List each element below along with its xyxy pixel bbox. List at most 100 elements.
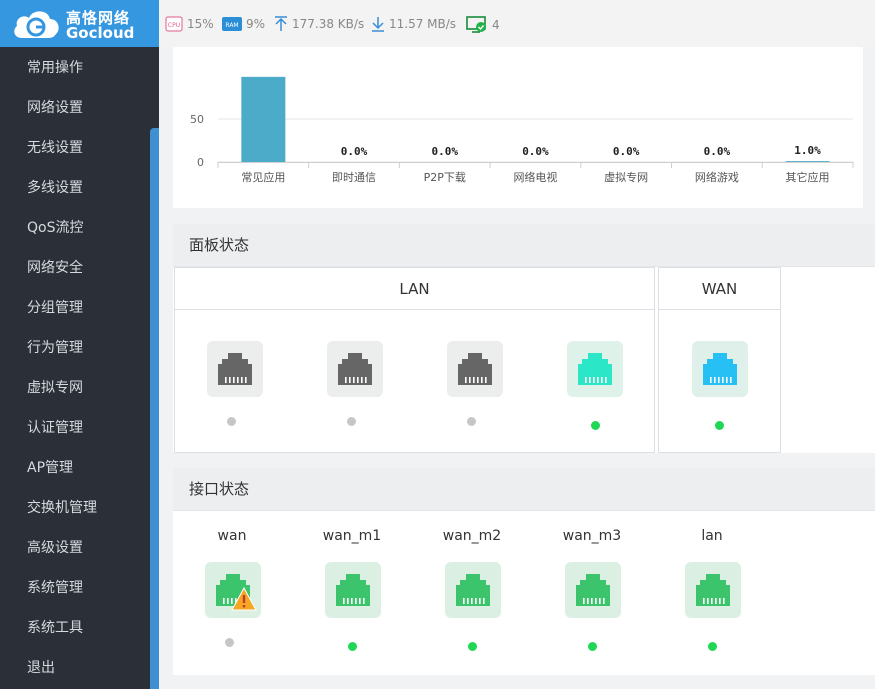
brand-name-en: Gocloud [66,24,135,42]
lan-port[interactable] [207,341,263,397]
cloud-logo-icon [14,11,59,38]
interface-port[interactable] [205,562,261,618]
x-tick-label: 网络游戏 [695,170,739,184]
lan-group-title: LAN [175,268,654,310]
ethernet-port-icon [576,574,610,606]
bar-data-label: 0.0% [522,145,549,158]
y-tick-label: 0 [197,156,204,169]
interface-port[interactable] [565,562,621,618]
sidebar-item-tools[interactable]: 系统工具 [0,608,150,648]
devices-count: 4 [492,18,500,32]
sidebar-item-behavior[interactable]: 行为管理 [0,328,150,368]
upload-arrow-icon [275,16,287,31]
bar-data-label: 0.0% [704,145,731,158]
sidebar-menu: 常用操作 网络设置 无线设置 多线设置 QoS流控 网络安全 分组管理 行为管理… [0,48,150,688]
interface-name: wan [217,528,247,544]
wan-port[interactable] [692,341,748,397]
download-stat: 11.57 MB/s [371,16,456,32]
svg-text:RAM: RAM [225,22,238,29]
panel-status-title: 面板状态 [173,224,875,267]
x-tick-label: 即时通信 [332,171,376,184]
interface-port[interactable] [445,562,501,618]
online-devices-icon [466,16,486,33]
sidebar-item-qos[interactable]: QoS流控 [0,208,150,248]
ethernet-port-icon [338,353,372,385]
warning-icon [231,587,257,611]
interface-port[interactable] [325,562,381,618]
devices-stat: 4 [466,16,500,34]
ethernet-port-icon [456,574,490,606]
sidebar-item-wireless[interactable]: 无线设置 [0,128,150,168]
sidebar-item-logout[interactable]: 退出 [0,648,150,688]
bar-data-label: 1.0% [794,144,821,157]
download-arrow-icon [372,17,384,32]
lan-port[interactable] [447,341,503,397]
sidebar-item-groups[interactable]: 分组管理 [0,288,150,328]
sidebar-item-security[interactable]: 网络安全 [0,248,150,288]
y-tick-label: 50 [190,113,204,126]
lan-port[interactable] [327,341,383,397]
panel-status-section: 面板状态 LAN WAN [173,224,875,453]
bar-data-label: 0.0% [613,145,640,158]
interface-name: lan [701,528,723,544]
interface-led [588,642,597,651]
cpu-icon: CPU [165,16,183,32]
sidebar-item-network[interactable]: 网络设置 [0,88,150,128]
ram-icon: RAM [222,17,242,31]
x-tick-label: 网络电视 [513,170,557,184]
sidebar-item-advanced[interactable]: 高级设置 [0,528,150,568]
ethernet-port-icon [578,353,612,385]
interface-led [225,638,234,647]
x-tick-label: 虚拟专网 [604,170,648,184]
brand-logo[interactable]: 高恪网络 Gocloud [0,0,159,47]
status-bar: CPU 15% RAM 9% 177.38 KB/s 11.57 MB/s 4 [159,0,875,47]
ethernet-port-icon [703,353,737,385]
cpu-stat: CPU 15% [165,16,214,32]
ethernet-port-icon [458,353,492,385]
ethernet-port-icon [218,353,252,385]
svg-text:CPU: CPU [168,22,180,29]
ram-stat: RAM 9% [222,16,265,32]
chart-bar [241,76,286,162]
ethernet-port-icon [336,574,370,606]
wan-group-title: WAN [659,268,780,310]
ram-value: 9% [246,17,266,31]
interface-led [708,642,717,651]
lan-port-group: LAN [174,267,655,453]
download-speed: 11.57 MB/s [389,17,457,31]
sidebar-scrollbar[interactable] [150,128,159,689]
interface-led [348,642,357,651]
lan-port-led [347,417,356,426]
upload-speed: 177.38 KB/s [292,17,365,31]
interface-port[interactable] [685,562,741,618]
x-tick-label: 常见应用 [241,170,285,184]
app-traffic-chart-panel: 0 50 常见应用 即时通信 0.0% P2P下载 0.0% 网络电视 0.0% 虚拟专网 0.0%… [173,47,863,208]
upload-stat: 177.38 KB/s [274,16,364,32]
wan-port-group: WAN [658,267,781,453]
interface-led [468,642,477,651]
app-traffic-chart: 0 50 常见应用 即时通信 0.0% P2P下载 0.0% 网络电视 0.0% 虚拟专网 0.0%… [190,76,854,184]
x-tick-label: 其它应用 [786,170,830,184]
sidebar-item-multiline[interactable]: 多线设置 [0,168,150,208]
lan-port-led [467,417,476,426]
sidebar-item-ap[interactable]: AP管理 [0,448,150,488]
bar-data-label: 0.0% [341,145,368,158]
wan-port-led [715,421,724,430]
interface-status-section: 接口状态 wan wan_m1 wan_m2 wan_m3 lan [173,468,875,675]
sidebar: 高恪网络 Gocloud 常用操作 网络设置 无线设置 多线设置 QoS流控 网… [0,0,159,689]
cpu-value: 15% [187,17,214,31]
sidebar-item-system[interactable]: 系统管理 [0,568,150,608]
sidebar-item-vpn[interactable]: 虚拟专网 [0,368,150,408]
sidebar-item-common[interactable]: 常用操作 [0,48,150,88]
interface-name: wan_m3 [562,528,622,544]
x-tick-label: P2P下载 [424,171,466,184]
interface-status-title: 接口状态 [173,468,875,511]
interface-name: wan_m1 [322,528,382,544]
lan-port-led [591,421,600,430]
ethernet-port-icon [696,574,730,606]
lan-port[interactable] [567,341,623,397]
sidebar-item-auth[interactable]: 认证管理 [0,408,150,448]
sidebar-item-switch[interactable]: 交换机管理 [0,488,150,528]
bar-data-label: 0.0% [432,145,459,158]
interface-name: wan_m2 [442,528,502,544]
